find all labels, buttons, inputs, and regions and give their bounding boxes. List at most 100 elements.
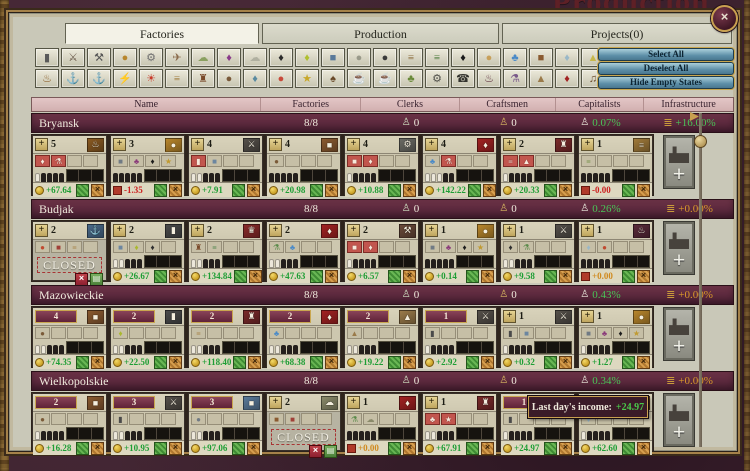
scrollbar-track[interactable] bbox=[699, 113, 702, 447]
filter-silk-icon[interactable]: ♣ bbox=[503, 48, 527, 67]
subsidize-button[interactable] bbox=[466, 442, 479, 455]
filter-leather-icon[interactable]: ■ bbox=[529, 48, 553, 67]
filter-sulphur-icon[interactable]: ♦ bbox=[295, 48, 319, 67]
build-factory-button[interactable]: + bbox=[664, 136, 694, 188]
scrollbar-knob[interactable] bbox=[694, 135, 707, 148]
close-factory-button[interactable]: × bbox=[637, 442, 650, 455]
close-factory-button[interactable]: × bbox=[91, 442, 104, 455]
close-icon[interactable]: × bbox=[711, 5, 738, 32]
tab-production[interactable]: Production bbox=[262, 23, 499, 44]
expand-factory-button[interactable]: + bbox=[581, 224, 594, 237]
filter-machine-parts-icon[interactable]: ⚙ bbox=[139, 48, 163, 67]
subsidize-button[interactable] bbox=[76, 442, 89, 455]
expand-factory-button[interactable]: + bbox=[269, 224, 282, 237]
close-factory-button[interactable]: × bbox=[169, 442, 182, 455]
expand-factory-button[interactable]: + bbox=[113, 138, 126, 151]
close-factory-button[interactable]: × bbox=[637, 184, 650, 197]
close-factory-button[interactable]: × bbox=[403, 184, 416, 197]
filter-oil-icon[interactable]: ♦ bbox=[451, 48, 475, 67]
select-all-button[interactable]: Select All bbox=[598, 48, 734, 61]
filter-aeroplane-icon[interactable]: ✈ bbox=[165, 48, 189, 67]
expand-factory-button[interactable]: + bbox=[581, 138, 594, 151]
close-factory-button[interactable]: × bbox=[325, 184, 338, 197]
subsidize-button[interactable] bbox=[310, 270, 323, 283]
close-factory-button[interactable]: × bbox=[91, 184, 104, 197]
expand-factory-button[interactable]: + bbox=[581, 310, 594, 323]
close-factory-button[interactable]: × bbox=[481, 270, 494, 283]
close-factory-button[interactable]: × bbox=[559, 184, 572, 197]
subsidize-button[interactable] bbox=[154, 184, 167, 197]
reopen-factory-button[interactable]: ▤ bbox=[324, 445, 337, 458]
close-factory-button[interactable]: × bbox=[325, 356, 338, 369]
expand-factory-button[interactable]: + bbox=[35, 224, 48, 237]
close-factory-button[interactable]: × bbox=[248, 356, 261, 369]
close-factory-button[interactable]: × bbox=[169, 356, 182, 369]
expand-factory-button[interactable]: + bbox=[269, 138, 282, 151]
filter-clipper-icon[interactable]: ⚓ bbox=[61, 69, 85, 88]
close-factory-button[interactable]: × bbox=[559, 356, 572, 369]
close-factory-button[interactable]: × bbox=[403, 270, 416, 283]
filter-spirits-icon[interactable]: ⚗ bbox=[503, 69, 527, 88]
close-factory-button[interactable]: × bbox=[637, 270, 650, 283]
close-factory-button[interactable]: × bbox=[169, 270, 182, 283]
filter-explosives-icon[interactable]: ☀ bbox=[139, 69, 163, 88]
filter-fruit-icon[interactable]: ● bbox=[269, 69, 293, 88]
close-factory-button[interactable]: × bbox=[559, 270, 572, 283]
filter-opium-icon[interactable]: ♣ bbox=[399, 69, 423, 88]
subsidize-button[interactable] bbox=[154, 356, 167, 369]
build-factory-button[interactable]: + bbox=[664, 222, 694, 274]
filter-cement-icon[interactable]: ● bbox=[347, 48, 371, 67]
expand-factory-button[interactable]: + bbox=[269, 396, 282, 409]
subsidize-button[interactable] bbox=[544, 356, 557, 369]
expand-factory-button[interactable]: + bbox=[425, 224, 438, 237]
subsidize-button[interactable] bbox=[388, 356, 401, 369]
filter-cotton-icon[interactable]: ☁ bbox=[191, 48, 215, 67]
subsidize-button[interactable] bbox=[544, 184, 557, 197]
close-factory-button[interactable]: × bbox=[247, 442, 260, 455]
filter-canned-food-icon[interactable]: ● bbox=[113, 48, 137, 67]
filter-regular-clothes-icon[interactable]: ▲ bbox=[529, 69, 553, 88]
expand-factory-button[interactable]: + bbox=[113, 224, 126, 237]
filter-wine-icon[interactable]: ♨ bbox=[477, 69, 501, 88]
subsidize-button[interactable] bbox=[622, 442, 635, 455]
close-factory-button[interactable]: × bbox=[481, 356, 494, 369]
filter-furniture-icon[interactable]: ♜ bbox=[191, 69, 215, 88]
expand-factory-button[interactable]: + bbox=[35, 138, 48, 151]
tab-projects-0-[interactable]: Projects(0) bbox=[502, 23, 732, 44]
build-factory-button[interactable]: + bbox=[664, 394, 694, 446]
expand-factory-button[interactable]: + bbox=[191, 138, 204, 151]
subsidize-button[interactable] bbox=[388, 270, 401, 283]
filter-lumber-icon[interactable]: ≡ bbox=[165, 69, 189, 88]
subsidize-button[interactable] bbox=[388, 442, 401, 455]
subsidize-button[interactable] bbox=[310, 356, 323, 369]
build-factory-button[interactable]: + bbox=[664, 308, 694, 360]
subsidize-button[interactable] bbox=[76, 356, 89, 369]
close-factory-button[interactable]: × bbox=[91, 356, 104, 369]
filter-liquor-icon[interactable]: ♨ bbox=[35, 69, 59, 88]
close-factory-button[interactable]: × bbox=[249, 270, 262, 283]
subsidize-button[interactable] bbox=[233, 356, 246, 369]
subsidize-button[interactable] bbox=[232, 442, 245, 455]
expand-factory-button[interactable]: + bbox=[425, 396, 438, 409]
close-factory-button[interactable]: × bbox=[403, 442, 416, 455]
filter-grain-icon[interactable]: ★ bbox=[295, 69, 319, 88]
filter-ammunition-icon[interactable]: ▮ bbox=[35, 48, 59, 67]
subsidize-button[interactable] bbox=[310, 184, 323, 197]
subsidize-button[interactable] bbox=[622, 270, 635, 283]
filter-tropical-wood-icon[interactable]: ≡ bbox=[425, 48, 449, 67]
delete-factory-button[interactable]: × bbox=[309, 445, 322, 458]
filter-electric-gear-icon[interactable]: ⚡ bbox=[113, 69, 137, 88]
filter-cattle-icon[interactable]: ● bbox=[217, 69, 241, 88]
expand-factory-button[interactable]: + bbox=[503, 138, 516, 151]
close-factory-button[interactable]: × bbox=[559, 442, 572, 455]
filter-wool-icon[interactable]: ☁ bbox=[243, 48, 267, 67]
close-factory-button[interactable]: × bbox=[403, 356, 416, 369]
filter-automobile-icon[interactable]: ⚙ bbox=[425, 69, 449, 88]
filter-artillery-icon[interactable]: ⚒ bbox=[87, 48, 111, 67]
filter-fish-icon[interactable]: ♦ bbox=[243, 69, 267, 88]
subsidize-button[interactable] bbox=[466, 356, 479, 369]
subsidize-button[interactable] bbox=[622, 184, 635, 197]
expand-factory-button[interactable]: + bbox=[347, 396, 360, 409]
filter-steamer-icon[interactable]: ⚓ bbox=[87, 69, 111, 88]
filter-luxury-clothes-icon[interactable]: ♦ bbox=[555, 69, 579, 88]
